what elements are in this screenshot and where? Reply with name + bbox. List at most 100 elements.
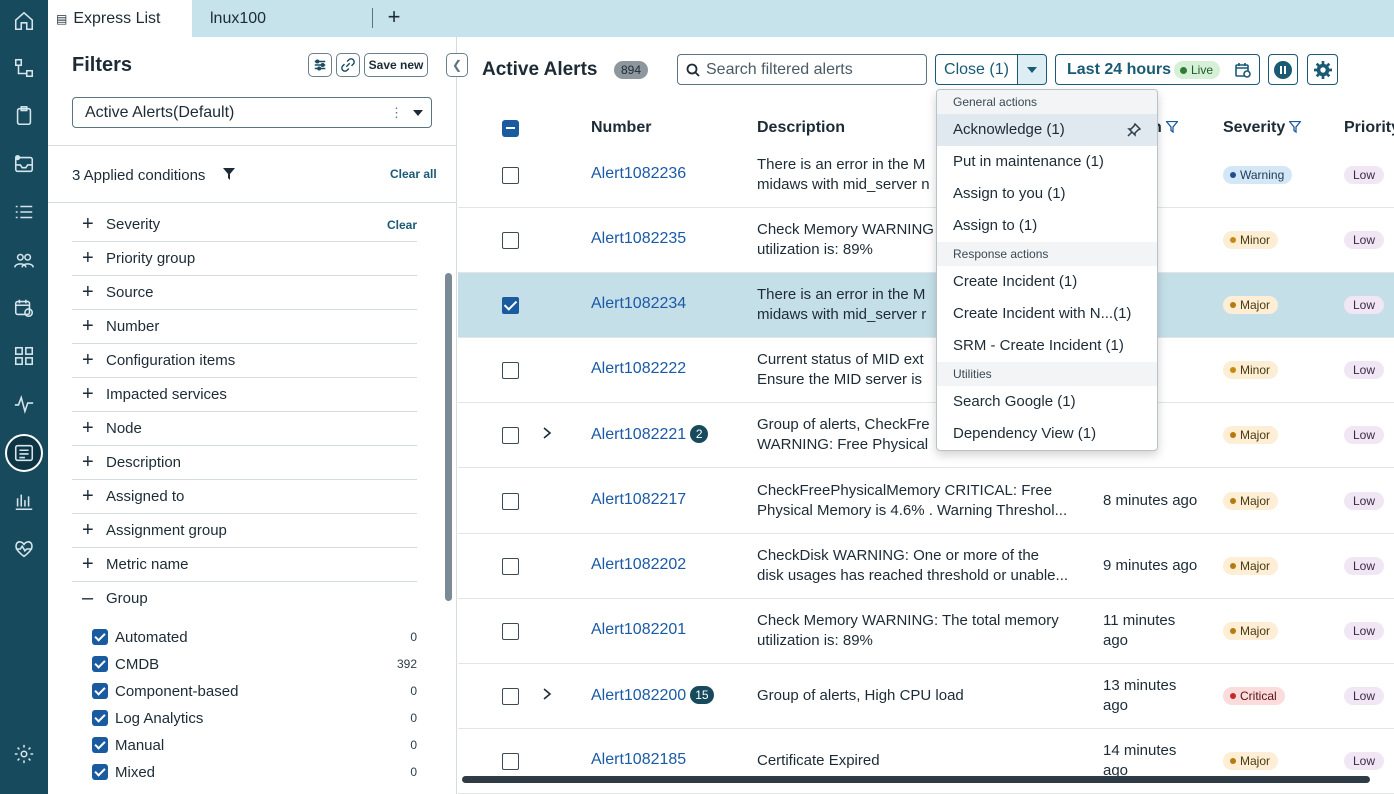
filter-icon[interactable] — [1165, 121, 1178, 133]
row-checkbox[interactable] — [502, 427, 519, 444]
alert-number-link[interactable]: Alert1082185 — [591, 751, 686, 769]
save-new-button[interactable]: Save new — [364, 53, 428, 77]
group-option-log-analytics[interactable]: Log Analytics 0 — [92, 707, 417, 729]
group-option-mixed[interactable]: Mixed 0 — [92, 761, 417, 783]
condition-impacted-services[interactable]: + Impacted services — [72, 378, 417, 412]
row-checkbox[interactable] — [502, 623, 519, 640]
alert-number-link[interactable]: Alert1082234 — [591, 295, 686, 313]
checkbox[interactable] — [92, 737, 108, 753]
pause-button[interactable] — [1268, 54, 1298, 85]
chevron-down-icon[interactable] — [413, 110, 423, 116]
menu-item[interactable]: Acknowledge (1) — [937, 114, 1157, 146]
condition-assignment-group[interactable]: + Assignment group — [72, 514, 417, 548]
alert-number-link[interactable]: Alert1082200 15 — [591, 686, 714, 705]
horizontal-scrollbar[interactable] — [462, 776, 1370, 783]
clear-link[interactable]: Clear — [387, 218, 417, 232]
alert-number-link[interactable]: Alert1082236 — [591, 165, 686, 183]
table-row[interactable]: Alert1082201 Check Memory WARNING: The to… — [458, 599, 1394, 664]
new-tab-button[interactable]: + — [382, 6, 406, 30]
checkbox[interactable] — [92, 764, 108, 780]
condition-metric-name[interactable]: + Metric name — [72, 548, 417, 582]
menu-item[interactable]: Create Incident (1) — [937, 266, 1157, 298]
column-severity[interactable]: Severity — [1223, 119, 1302, 137]
condition-description[interactable]: + Description — [72, 446, 417, 480]
condition-group[interactable]: – Group — [72, 582, 417, 616]
table-settings-button[interactable] — [1307, 54, 1338, 85]
alert-number-link[interactable]: Alert1082202 — [591, 556, 686, 574]
column-description[interactable]: Description — [757, 119, 845, 137]
condition-node[interactable]: + Node — [72, 412, 417, 446]
chevron-right-icon[interactable] — [540, 423, 554, 443]
checkbox[interactable] — [92, 629, 108, 645]
calendar-clock-icon[interactable] — [8, 292, 40, 324]
checkbox[interactable] — [92, 656, 108, 672]
group-option-component-based[interactable]: Component-based 0 — [92, 680, 417, 702]
inbox-icon[interactable] — [8, 148, 40, 180]
tab-lnux100[interactable]: lnux100 — [210, 0, 266, 37]
menu-item[interactable]: SRM - Create Incident (1) — [937, 330, 1157, 362]
column-priority[interactable]: Priority — [1344, 119, 1394, 137]
column-number[interactable]: Number — [591, 119, 651, 137]
list-icon[interactable] — [8, 196, 40, 228]
search-input[interactable]: Search filtered alerts — [677, 54, 927, 85]
table-row[interactable]: Alert1082235 Check Memory WARNING utilizat… — [458, 208, 1394, 273]
menu-item[interactable]: Put in maintenance (1) — [937, 146, 1157, 178]
condition-severity[interactable]: + Severity Clear — [72, 208, 417, 242]
condition-priority-group[interactable]: + Priority group — [72, 242, 417, 276]
bar-chart-icon[interactable] — [8, 485, 40, 517]
menu-item[interactable]: Search Google (1) — [937, 386, 1157, 418]
checkbox[interactable] — [92, 710, 108, 726]
condition-source[interactable]: + Source — [72, 276, 417, 310]
condition-assigned-to[interactable]: + Assigned to — [72, 480, 417, 514]
alert-number-link[interactable]: Alert1082201 — [591, 621, 686, 639]
clear-all-link[interactable]: Clear all — [390, 167, 437, 181]
workflow-icon[interactable] — [8, 52, 40, 84]
grid-icon[interactable] — [8, 340, 40, 372]
table-row[interactable]: Alert1082200 15 Group of alerts, High CPU … — [458, 664, 1394, 729]
select-all-checkbox[interactable] — [502, 120, 519, 137]
actions-dropdown-button[interactable] — [1017, 54, 1047, 85]
filter-select[interactable]: Active Alerts(Default) ⋮ — [72, 97, 432, 128]
filter-icon[interactable] — [1289, 121, 1302, 133]
menu-item[interactable]: Create Incident with N...(1) — [937, 298, 1157, 330]
time-range-button[interactable]: Last 24 hours Live — [1055, 54, 1260, 85]
row-checkbox[interactable] — [502, 167, 519, 184]
alert-number-link[interactable]: Alert1082235 — [591, 230, 686, 248]
table-row[interactable]: Alert1082221 2 Group of alerts, CheckFre WA… — [458, 403, 1394, 468]
row-checkbox[interactable] — [502, 297, 519, 314]
condition-number[interactable]: + Number — [72, 310, 417, 344]
health-icon[interactable] — [8, 533, 40, 565]
row-checkbox[interactable] — [502, 362, 519, 379]
copy-link-button[interactable] — [336, 53, 360, 77]
table-row[interactable]: Alert1082185 Certificate Expired 14 minute… — [458, 729, 1394, 794]
row-checkbox[interactable] — [502, 493, 519, 510]
pin-icon[interactable] — [1127, 123, 1141, 137]
alert-number-link[interactable]: Alert1082222 — [591, 360, 686, 378]
close-button[interactable]: Close (1) — [935, 54, 1018, 85]
filters-scrollbar[interactable] — [445, 273, 452, 601]
group-option-automated[interactable]: Automated 0 — [92, 626, 417, 648]
people-icon[interactable] — [8, 244, 40, 276]
condition-configuration-items[interactable]: + Configuration items — [72, 344, 417, 378]
group-option-manual[interactable]: Manual 0 — [92, 734, 417, 756]
menu-item[interactable]: Assign to (1) — [937, 210, 1157, 242]
tab-express-list[interactable]: ▤ Express List — [48, 0, 192, 37]
row-checkbox[interactable] — [502, 688, 519, 705]
alert-number-link[interactable]: Alert1082221 2 — [591, 425, 709, 444]
checkbox[interactable] — [92, 683, 108, 699]
table-row[interactable]: Alert1082217 CheckFreePhysicalMemory CRIT… — [458, 469, 1394, 534]
group-option-cmdb[interactable]: CMDB 392 — [92, 653, 417, 675]
clipboard-icon[interactable] — [8, 100, 40, 132]
filter-settings-button[interactable] — [308, 53, 332, 77]
settings-icon[interactable] — [8, 738, 40, 770]
menu-item[interactable]: Dependency View (1) — [937, 418, 1157, 450]
more-icon[interactable]: ⋮ — [390, 105, 403, 121]
row-checkbox[interactable] — [502, 558, 519, 575]
table-row[interactable]: Alert1082234 There is an error in the M mi… — [458, 273, 1394, 338]
table-row[interactable]: Alert1082202 CheckDisk WARNING: One or mo… — [458, 534, 1394, 599]
alert-number-link[interactable]: Alert1082217 — [591, 491, 686, 509]
table-row[interactable]: Alert1082222 Current status of MID ext Ens… — [458, 338, 1394, 403]
chevron-right-icon[interactable] — [540, 684, 554, 704]
home-icon[interactable] — [8, 5, 40, 37]
row-checkbox[interactable] — [502, 232, 519, 249]
